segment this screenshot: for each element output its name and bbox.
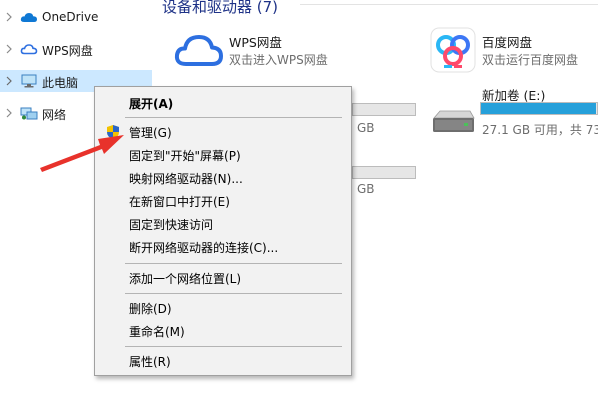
chevron-right-icon[interactable] bbox=[4, 11, 14, 23]
menu-separator bbox=[125, 117, 342, 118]
context-menu: 展开(A) 管理(G) 固定到"开始"屏幕(P) 映射网络驱动器(N)... 在… bbox=[94, 86, 352, 376]
menu-item-disconnect-network-drive[interactable]: 断开网络驱动器的连接(C)... bbox=[95, 236, 351, 258]
menu-separator bbox=[125, 293, 342, 294]
nav-item-label: 网络 bbox=[42, 108, 67, 122]
tile-subtitle: 27.1 GB 可用，共 73 bbox=[482, 123, 598, 137]
group-header-divider bbox=[300, 4, 598, 5]
drive-usage-bar bbox=[480, 102, 598, 115]
group-header-devices-drives[interactable]: 设备和驱动器 (7) bbox=[162, 0, 278, 17]
network-icon bbox=[20, 107, 38, 120]
this-pc-icon bbox=[21, 74, 37, 88]
tile-subtitle: 双击进入WPS网盘 bbox=[229, 53, 328, 67]
onedrive-cloud-icon bbox=[20, 13, 37, 22]
menu-separator bbox=[125, 346, 342, 347]
menu-item-pin-quick-access[interactable]: 固定到快速访问 bbox=[95, 213, 351, 235]
menu-item-delete[interactable]: 删除(D) bbox=[95, 297, 351, 319]
menu-item-expand[interactable]: 展开(A) bbox=[95, 92, 351, 114]
uac-shield-icon bbox=[107, 125, 119, 139]
chevron-right-icon[interactable] bbox=[4, 107, 14, 119]
drive-usage-bar bbox=[352, 166, 416, 179]
menu-item-properties[interactable]: 属性(R) bbox=[95, 350, 351, 372]
menu-item-label: 展开(A) bbox=[129, 97, 174, 111]
menu-separator bbox=[125, 263, 342, 264]
menu-item-open-new-window[interactable]: 在新窗口中打开(E) bbox=[95, 190, 351, 212]
menu-item-add-network-location[interactable]: 添加一个网络位置(L) bbox=[95, 267, 351, 289]
menu-item-manage[interactable]: 管理(G) bbox=[95, 121, 351, 143]
menu-item-rename[interactable]: 重命名(M) bbox=[95, 320, 351, 342]
wps-cloud-icon bbox=[174, 35, 223, 66]
drive-usage-fill bbox=[481, 103, 596, 114]
menu-item-label: 固定到快速访问 bbox=[129, 218, 214, 232]
menu-item-label: 断开网络驱动器的连接(C)... bbox=[129, 241, 279, 255]
menu-item-label: 在新窗口中打开(E) bbox=[129, 195, 230, 209]
menu-item-label: 映射网络驱动器(N)... bbox=[129, 172, 243, 186]
tile-title: WPS网盘 bbox=[229, 35, 282, 50]
nav-item-label: 此电脑 bbox=[42, 76, 79, 90]
menu-item-label: 重命名(M) bbox=[129, 325, 185, 339]
tile-title: 百度网盘 bbox=[482, 35, 533, 50]
menu-item-pin-to-start[interactable]: 固定到"开始"屏幕(P) bbox=[95, 144, 351, 166]
chevron-right-icon[interactable] bbox=[4, 75, 14, 87]
menu-item-label: 属性(R) bbox=[129, 355, 171, 369]
nav-item-wps-cloud[interactable]: WPS网盘 bbox=[0, 38, 152, 60]
menu-item-label: 管理(G) bbox=[129, 126, 172, 140]
nav-item-onedrive[interactable]: OneDrive bbox=[0, 6, 152, 28]
tile-subtitle: 双击运行百度网盘 bbox=[482, 53, 579, 67]
baidu-netdisk-icon bbox=[430, 27, 476, 73]
wps-cloud-icon bbox=[20, 44, 38, 55]
chevron-right-icon[interactable] bbox=[4, 43, 14, 55]
menu-item-label: 删除(D) bbox=[129, 302, 172, 316]
tile-subtitle: GB bbox=[357, 121, 375, 135]
menu-item-label: 添加一个网络位置(L) bbox=[129, 272, 242, 286]
tile-subtitle: GB bbox=[357, 182, 375, 196]
menu-item-map-network-drive[interactable]: 映射网络驱动器(N)... bbox=[95, 167, 351, 189]
nav-item-label: WPS网盘 bbox=[42, 44, 93, 58]
menu-item-label: 固定到"开始"屏幕(P) bbox=[129, 149, 241, 163]
drive-usage-bar bbox=[352, 103, 416, 116]
nav-item-label: OneDrive bbox=[42, 10, 99, 24]
hard-drive-icon bbox=[433, 110, 475, 132]
